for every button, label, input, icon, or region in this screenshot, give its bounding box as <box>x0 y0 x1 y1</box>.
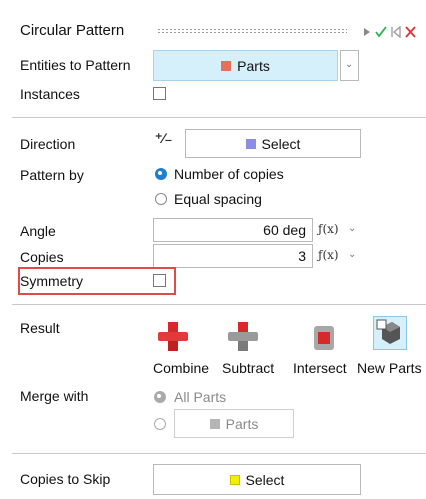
merge-parts-button[interactable]: Parts <box>174 409 294 438</box>
copies-value: 3 <box>298 248 306 264</box>
symmetry-checkbox[interactable] <box>153 274 166 287</box>
angle-input[interactable]: 60 deg <box>153 218 313 242</box>
divider <box>12 453 426 454</box>
divider <box>12 304 426 305</box>
angle-function-icon[interactable]: ƒ(x) <box>318 222 339 236</box>
new-parts-button[interactable] <box>373 316 407 350</box>
divider <box>12 117 426 118</box>
header-icons <box>364 26 416 38</box>
symmetry-label: Symmetry <box>20 273 83 289</box>
direction-select-label: Select <box>261 135 301 152</box>
new-parts-label: New Parts <box>357 360 422 376</box>
combine-label: Combine <box>153 360 210 376</box>
copies-to-skip-select-label: Select <box>245 471 285 488</box>
merge-with-label: Merge with <box>20 388 89 404</box>
copies-label: Copies <box>20 249 64 265</box>
instances-label: Instances <box>20 86 80 102</box>
select-swatch-icon <box>245 138 256 149</box>
entities-parts-button[interactable]: Parts <box>153 50 338 81</box>
angle-value: 60 deg <box>263 222 306 238</box>
parts-swatch-icon <box>209 418 220 429</box>
intersect-icon[interactable] <box>307 320 341 354</box>
subtract-icon[interactable] <box>226 320 260 354</box>
chevron-down-icon[interactable]: ⌄ <box>348 249 356 260</box>
copies-to-skip-select-button[interactable]: Select <box>153 464 361 495</box>
check-icon <box>375 26 387 38</box>
all-parts-label: All Parts <box>174 389 227 405</box>
entities-parts-label: Parts <box>237 57 270 74</box>
drag-handle[interactable] <box>157 28 347 34</box>
equal-spacing-label: Equal spacing <box>174 191 262 207</box>
combine-icon[interactable] <box>156 320 190 354</box>
flip-direction-icon[interactable]: ⁺∕₋ <box>155 130 172 147</box>
pattern-by-label: Pattern by <box>20 167 84 183</box>
radio-equal-spacing[interactable] <box>155 193 167 205</box>
copies-to-skip-label: Copies to Skip <box>20 471 111 487</box>
chevron-down-icon[interactable]: ⌄ <box>348 223 356 234</box>
direction-select-button[interactable]: Select <box>185 129 361 158</box>
new-parts-icon <box>376 319 400 344</box>
entities-label: Entities to Pattern <box>20 57 131 73</box>
radio-all-parts[interactable] <box>154 391 166 403</box>
copies-input[interactable]: 3 <box>153 244 313 268</box>
direction-label: Direction <box>20 136 76 152</box>
select-swatch-icon <box>229 474 240 485</box>
copies-function-icon[interactable]: ƒ(x) <box>318 248 339 262</box>
result-label: Result <box>20 320 60 336</box>
panel-title: Circular Pattern <box>20 22 125 39</box>
chevron-down-icon: ⌄ <box>345 59 354 70</box>
number-of-copies-label: Number of copies <box>174 166 284 182</box>
instances-checkbox[interactable] <box>153 87 166 100</box>
play-icon <box>364 28 370 36</box>
parts-swatch-icon <box>221 60 232 71</box>
subtract-label: Subtract <box>222 360 275 376</box>
angle-label: Angle <box>20 223 56 239</box>
merge-parts-label: Parts <box>225 415 259 432</box>
intersect-label: Intersect <box>293 360 347 376</box>
radio-number-of-copies[interactable] <box>155 168 167 180</box>
radio-parts[interactable] <box>154 418 166 430</box>
